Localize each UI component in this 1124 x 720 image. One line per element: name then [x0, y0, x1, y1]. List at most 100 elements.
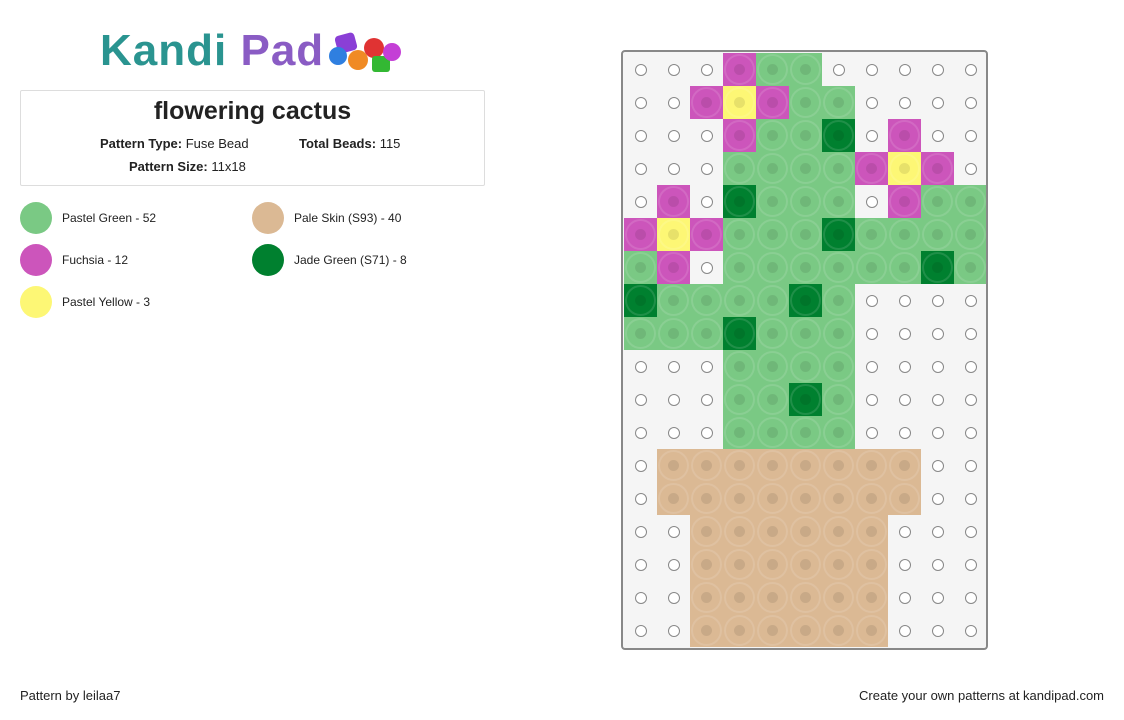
empty-peg [855, 53, 888, 86]
bead [756, 152, 789, 185]
bead [789, 119, 822, 152]
bead [822, 119, 855, 152]
empty-peg [921, 581, 954, 614]
empty-peg [690, 251, 723, 284]
empty-peg [624, 515, 657, 548]
empty-peg [690, 185, 723, 218]
color-swatch [20, 286, 52, 318]
bead [822, 185, 855, 218]
bead [756, 581, 789, 614]
bead [789, 548, 822, 581]
bead [888, 185, 921, 218]
bead [756, 53, 789, 86]
bead [723, 185, 756, 218]
bead [855, 515, 888, 548]
bead [723, 383, 756, 416]
empty-peg [690, 383, 723, 416]
empty-peg [822, 53, 855, 86]
empty-peg [624, 383, 657, 416]
empty-peg [657, 86, 690, 119]
legend-label: Jade Green (S71) - 8 [294, 253, 407, 267]
bead [723, 53, 756, 86]
legend-item: Pale Skin (S93) - 40 [252, 202, 401, 234]
empty-peg [954, 548, 986, 581]
bead [756, 317, 789, 350]
empty-peg [921, 317, 954, 350]
empty-peg [855, 284, 888, 317]
bead [855, 251, 888, 284]
empty-peg [690, 53, 723, 86]
empty-peg [888, 317, 921, 350]
empty-peg [888, 614, 921, 647]
bead [723, 317, 756, 350]
empty-peg [954, 317, 986, 350]
empty-peg [855, 185, 888, 218]
bead [756, 482, 789, 515]
empty-peg [921, 515, 954, 548]
empty-peg [855, 350, 888, 383]
bead [756, 119, 789, 152]
empty-peg [624, 350, 657, 383]
empty-peg [954, 350, 986, 383]
bead [756, 449, 789, 482]
empty-peg [954, 482, 986, 515]
bead [723, 614, 756, 647]
empty-peg [888, 416, 921, 449]
empty-peg [921, 416, 954, 449]
legend-label: Pastel Green - 52 [62, 211, 157, 225]
bead [756, 350, 789, 383]
bead [789, 218, 822, 251]
bead [690, 218, 723, 251]
empty-peg [921, 284, 954, 317]
empty-peg [657, 152, 690, 185]
bead [789, 53, 822, 86]
logo[interactable]: Kandi Pad [100, 26, 324, 76]
bead [657, 284, 690, 317]
empty-peg [954, 284, 986, 317]
bead [822, 614, 855, 647]
empty-peg [954, 53, 986, 86]
bead [822, 383, 855, 416]
empty-peg [888, 548, 921, 581]
empty-peg [954, 449, 986, 482]
bead [855, 218, 888, 251]
empty-peg [888, 53, 921, 86]
empty-peg [888, 86, 921, 119]
bead [954, 185, 986, 218]
empty-peg [888, 515, 921, 548]
bead [855, 152, 888, 185]
bead [657, 185, 690, 218]
color-swatch [20, 202, 52, 234]
color-swatch [252, 202, 284, 234]
empty-peg [624, 614, 657, 647]
bead [657, 317, 690, 350]
legend-label: Pastel Yellow - 3 [62, 295, 151, 309]
empty-peg [888, 581, 921, 614]
empty-peg [657, 614, 690, 647]
empty-peg [657, 581, 690, 614]
bead [756, 548, 789, 581]
bead [954, 218, 986, 251]
empty-peg [921, 614, 954, 647]
bead [690, 548, 723, 581]
bead [954, 251, 986, 284]
empty-peg [624, 185, 657, 218]
empty-peg [657, 416, 690, 449]
empty-peg [624, 482, 657, 515]
empty-peg [657, 53, 690, 86]
empty-peg [888, 383, 921, 416]
bead [756, 218, 789, 251]
kandipad-link[interactable]: Create your own patterns at kandipad.com [859, 688, 1104, 703]
empty-peg [690, 416, 723, 449]
empty-peg [954, 515, 986, 548]
pattern-info-card: flowering cactus Pattern Type: Fuse Bead… [20, 90, 485, 186]
bead [657, 251, 690, 284]
pattern-title: flowering cactus [153, 97, 352, 125]
bead [789, 482, 822, 515]
bead [822, 152, 855, 185]
legend-item: Jade Green (S71) - 8 [252, 244, 407, 276]
empty-peg [921, 86, 954, 119]
bead [756, 614, 789, 647]
bead [822, 449, 855, 482]
bead [921, 251, 954, 284]
